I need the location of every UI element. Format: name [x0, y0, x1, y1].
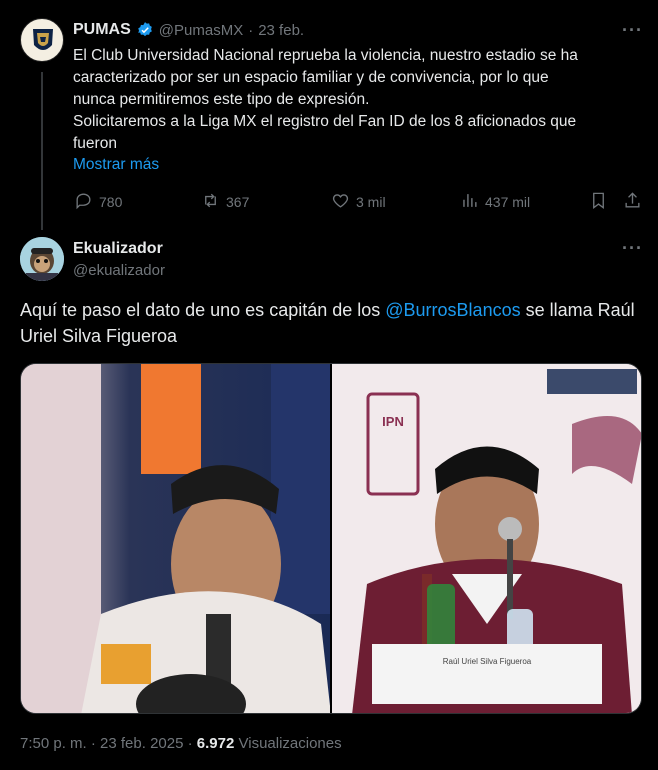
thread-line — [41, 72, 43, 230]
more-icon[interactable]: ··· — [622, 20, 643, 41]
timestamp[interactable]: 7:50 p. m. · 23 feb. 2025 · — [20, 735, 193, 752]
reply-count: 780 — [99, 194, 123, 210]
reply-button[interactable]: 780 — [74, 191, 122, 213]
name-placard-text: Raúl Uriel Silva Figueroa — [443, 657, 532, 666]
ekualizador-avatar[interactable] — [20, 237, 64, 281]
ipn-logo-text: IPN — [382, 414, 404, 429]
photo-right[interactable]: IPN Raúl Uriel Silva Figueroa — [332, 364, 641, 713]
repost-count: 367 — [226, 194, 250, 210]
more-icon[interactable]: ··· — [622, 238, 643, 259]
bookmark-icon — [589, 191, 608, 213]
pumas-avatar[interactable] — [20, 18, 64, 62]
share-button[interactable] — [623, 191, 642, 213]
repost-icon — [201, 191, 220, 213]
views-count: 437 mil — [485, 194, 531, 210]
like-icon — [331, 191, 350, 213]
like-button[interactable]: 3 mil — [331, 191, 386, 213]
views-total: 6.972 — [196, 735, 235, 752]
parent-header: PUMAS @PumasMX · 23 feb. — [73, 21, 304, 39]
views-label: Visualizaciones — [238, 735, 342, 752]
reply-text-before: Aquí te paso el dato de uno es capitán d… — [20, 300, 386, 320]
reply-handle[interactable]: @ekualizador — [73, 262, 165, 279]
photo-left[interactable] — [21, 364, 330, 713]
like-count: 3 mil — [356, 194, 386, 210]
verified-badge-icon — [136, 21, 154, 39]
tweet-meta: 7:50 p. m. · 23 feb. 2025 · 6.972 Visual… — [20, 735, 342, 752]
repost-button[interactable]: 367 — [201, 191, 249, 213]
views-button[interactable]: 437 mil — [460, 191, 530, 213]
reply-icon — [74, 191, 93, 213]
parent-handle[interactable]: @PumasMX — [159, 22, 243, 39]
views-icon — [460, 191, 479, 213]
parent-author-name[interactable]: PUMAS — [73, 21, 131, 39]
parent-tweet-text: El Club Universidad Nacional reprueba la… — [73, 47, 578, 152]
show-more-link[interactable]: Mostrar más — [73, 156, 159, 174]
reply-tweet-text: Aquí te paso el dato de uno es capitán d… — [20, 297, 640, 349]
reply-author-name[interactable]: Ekualizador — [73, 240, 163, 258]
mention-link[interactable]: @BurrosBlancos — [385, 300, 520, 320]
share-icon — [623, 191, 642, 213]
parent-date[interactable]: 23 feb. — [258, 22, 304, 39]
bookmark-button[interactable] — [589, 191, 608, 213]
media-grid[interactable]: IPN Raúl Uriel Silva Figueroa — [20, 363, 642, 714]
separator: · — [248, 21, 254, 39]
